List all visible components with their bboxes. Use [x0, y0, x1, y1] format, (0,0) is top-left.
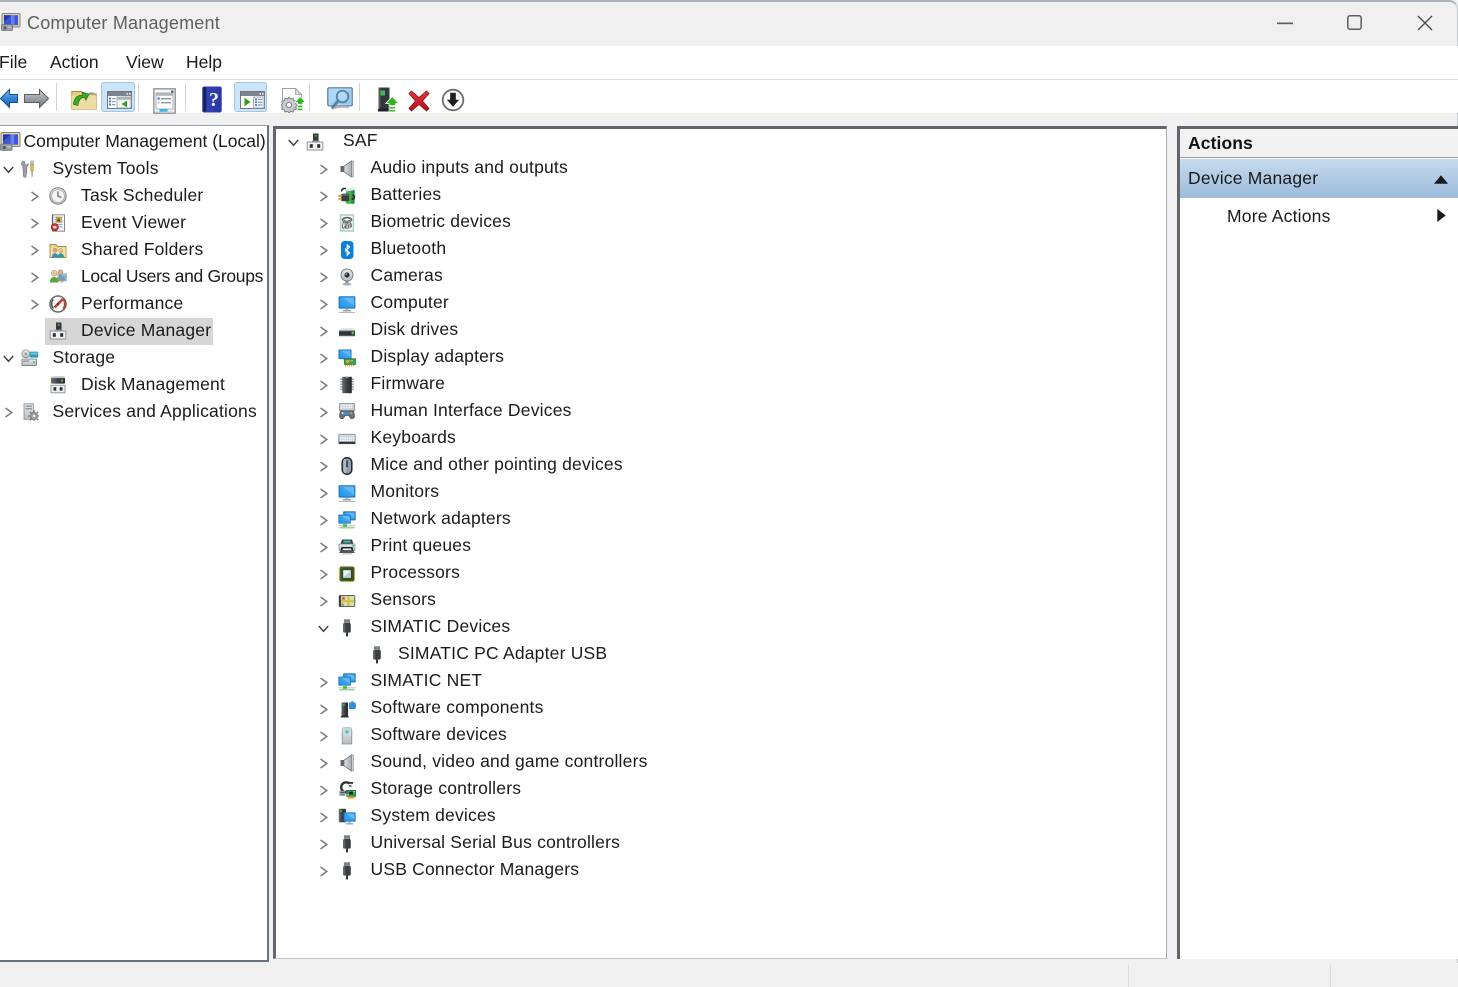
svg-text:?: ? — [209, 89, 219, 111]
